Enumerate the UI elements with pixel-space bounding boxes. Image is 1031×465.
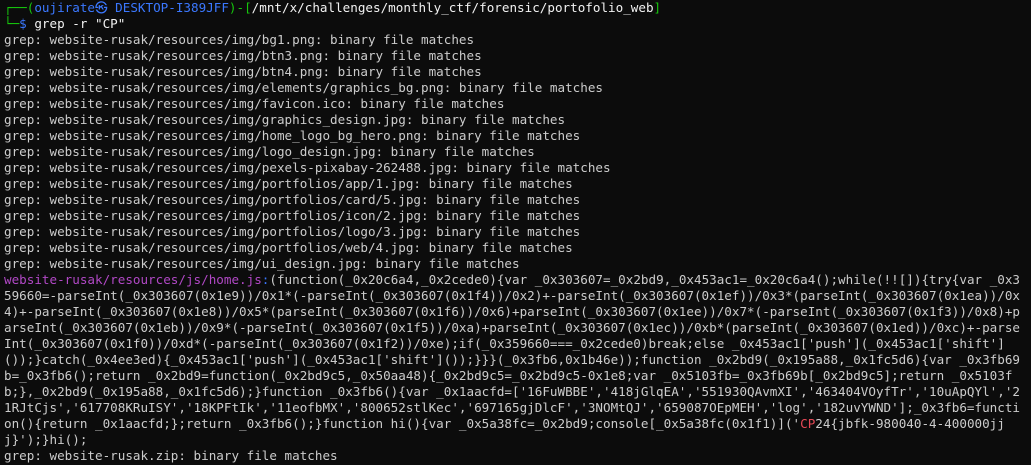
grep-output-line: grep: website-rusak/resources/img/ui_des…: [4, 256, 520, 271]
prompt-line-1: ┌──(oujirate㉿ DESKTOP-I389JFF)-[/mnt/x/c…: [4, 0, 1027, 16]
grep-output-line: grep: website-rusak/resources/img/favico…: [4, 96, 505, 111]
prompt-path: /mnt/x/challenges/monthly_ctf/forensic/p…: [251, 0, 654, 15]
prompt-line-2: └─$ grep -r "CP": [4, 16, 1027, 32]
prompt-corner-top: ┌──(: [4, 0, 35, 15]
grep-output-line: grep: website-rusak/resources/img/portfo…: [4, 192, 581, 207]
js-match-output: website-rusak/resources/js/home.js:(func…: [4, 272, 1027, 448]
grep-output-line: grep: website-rusak/resources/img/bg1.pn…: [4, 32, 475, 47]
grep-output-line: grep: website-rusak/resources/img/pexels…: [4, 160, 611, 175]
prompt-corner-bottom: └─: [4, 16, 20, 31]
grep-output-line: grep: website-rusak/resources/img/btn3.p…: [4, 48, 482, 63]
grep-output-line: grep: website-rusak/resources/img/portfo…: [4, 240, 573, 255]
grep-output-line: grep: website-rusak/resources/img/elemen…: [4, 80, 603, 95]
grep-output-line: grep: website-rusak/resources/img/btn4.p…: [4, 64, 482, 79]
grep-output-line: grep: website-rusak/resources/img/portfo…: [4, 176, 573, 191]
match-filename: website-rusak/resources/js/home.js: [4, 272, 262, 287]
prompt-user-host: oujirate㉿ DESKTOP-I389JFF: [34, 0, 229, 15]
prompt-dollar: $: [19, 16, 35, 31]
command-text: grep -r "CP": [34, 16, 126, 31]
grep-output-line: grep: website-rusak/resources/img/logo_d…: [4, 144, 535, 159]
grep-output-line: grep: website-rusak/resources/img/portfo…: [4, 208, 581, 223]
grep-output-line: grep: website-rusak/resources/img/home_l…: [4, 128, 581, 143]
match-highlight: CP: [800, 416, 816, 431]
grep-output-line: grep: website-rusak/resources/img/portfo…: [4, 224, 581, 239]
grep-output-line-zip: grep: website-rusak.zip: binary file mat…: [4, 448, 338, 463]
terminal-window[interactable]: ┌──(oujirate㉿ DESKTOP-I389JFF)-[/mnt/x/c…: [0, 0, 1027, 465]
prompt-close-bracket: ]: [653, 0, 662, 15]
match-code-before: (function(_0x20c6a4,_0x2cede0){var _0x30…: [4, 272, 1021, 431]
prompt-separator: )-[: [228, 0, 252, 15]
grep-output-line: grep: website-rusak/resources/img/graphi…: [4, 112, 566, 127]
